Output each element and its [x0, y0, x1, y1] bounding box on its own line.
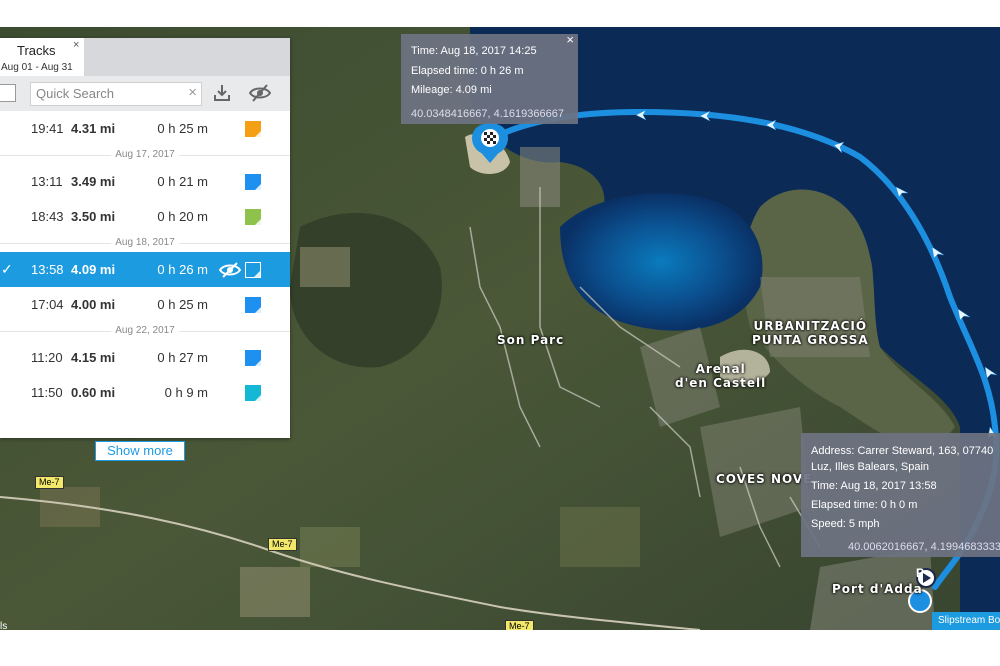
track-time: 13:58 — [31, 262, 64, 277]
track-time: 11:50 — [31, 385, 63, 400]
tab-title: Tracks — [17, 43, 56, 58]
date-separator-label: Aug 22, 2017 — [111, 325, 179, 336]
track-row[interactable]: 11:20 4.15 mi 0 h 27 m — [0, 340, 290, 375]
track-miles: 4.31 mi — [71, 121, 115, 136]
track-duration: 0 h 26 m — [157, 262, 208, 277]
map-attribution: ls — [0, 621, 7, 630]
search-input[interactable] — [36, 86, 176, 101]
track-duration: 0 h 20 m — [157, 209, 208, 224]
checkmark-icon[interactable]: ✓ — [1, 261, 13, 278]
tooltip-elapsed: Elapsed time: 0 h 26 m — [411, 65, 524, 77]
tooltip-address-line1: Address: Carrer Steward, 163, 07740 — [811, 445, 993, 457]
label-coves: COVES NOVE — [716, 472, 812, 486]
track-row[interactable]: 11:50 0.60 mi 0 h 9 m — [0, 375, 290, 410]
track-miles: 3.49 mi — [71, 174, 115, 189]
track-color-swatch[interactable] — [245, 174, 261, 190]
search-box: × — [30, 82, 202, 106]
panel-toolbar: × — [0, 76, 290, 111]
track-miles: 4.15 mi — [71, 350, 115, 365]
track-row[interactable]: 19:41 4.31 mi 0 h 25 m — [0, 111, 290, 146]
date-separator: Aug 18, 2017 — [0, 234, 290, 252]
track-color-swatch[interactable] — [245, 209, 261, 225]
track-color-swatch[interactable] — [245, 297, 261, 313]
track-color-swatch[interactable] — [245, 385, 261, 401]
track-duration: 0 h 25 m — [157, 297, 208, 312]
select-all-checkbox[interactable] — [0, 84, 16, 102]
track-color-swatch[interactable] — [245, 350, 261, 366]
track-time: 18:43 — [31, 209, 64, 224]
track-color-swatch[interactable] — [245, 262, 261, 278]
tooltip-address-line2: Luz, Illes Balears, Spain — [811, 461, 929, 473]
close-icon[interactable]: × — [566, 32, 574, 47]
track-row[interactable]: 17:04 4.00 mi 0 h 25 m — [0, 287, 290, 322]
tooltip-coords: 40.0348416667, 4.1619366667 — [411, 108, 564, 120]
tooltip-coords: 40.0062016667, 4.1994683333 — [848, 541, 1000, 553]
show-more-button[interactable]: Show more — [95, 441, 185, 461]
eye-off-icon[interactable] — [249, 84, 271, 102]
tab-date-range: Aug 01 - Aug 31 — [1, 62, 73, 73]
tab-close-icon[interactable]: × — [73, 39, 79, 51]
label-urb-line1: URBANITZACIÓ — [752, 319, 869, 333]
road-label-me7: Me-7 — [505, 620, 534, 630]
date-separator: Aug 22, 2017 — [0, 322, 290, 340]
label-arenal: Arenal d'en Castell — [675, 362, 766, 390]
track-time: 19:41 — [31, 121, 64, 136]
label-arenal-line1: Arenal — [675, 362, 766, 376]
road-label-me7: Me-7 — [35, 476, 64, 489]
download-icon[interactable] — [213, 84, 231, 102]
start-tooltip: Address: Carrer Steward, 163, 07740 Luz,… — [801, 433, 1000, 557]
label-son-parc: Son Parc — [497, 333, 564, 347]
tooltip-elapsed: Elapsed time: 0 h 0 m — [811, 499, 917, 511]
date-separator: Aug 17, 2017 — [0, 146, 290, 164]
track-color-swatch[interactable] — [245, 121, 261, 137]
track-row[interactable]: 18:43 3.50 mi 0 h 20 m — [0, 199, 290, 234]
tooltip-speed: Speed: 5 mph — [811, 518, 880, 530]
label-port: Port d'Adda — [832, 582, 923, 596]
map-viewport[interactable]: Son Parc URBANITZACIÓ PUNTA GROSSA Arena… — [0, 27, 1000, 630]
track-miles: 3.50 mi — [71, 209, 115, 224]
track-duration: 0 h 27 m — [157, 350, 208, 365]
parking-marker-label[interactable]: P — [913, 566, 927, 580]
track-duration: 0 h 9 m — [165, 385, 208, 400]
track-miles: 4.09 mi — [71, 262, 115, 277]
label-urbanitzacio: URBANITZACIÓ PUNTA GROSSA — [752, 319, 869, 347]
date-separator-label: Aug 17, 2017 — [111, 149, 179, 160]
track-list: 19:41 4.31 mi 0 h 25 m Aug 17, 2017 13:1… — [0, 111, 290, 410]
track-time: 13:11 — [31, 174, 63, 189]
panel-header: Tracks Aug 01 - Aug 31 × — [0, 38, 290, 76]
label-urb-line2: PUNTA GROSSA — [752, 333, 869, 347]
tooltip-time: Time: Aug 18, 2017 13:58 — [811, 480, 937, 492]
finish-tooltip: Time: Aug 18, 2017 14:25 Elapsed time: 0… — [401, 34, 578, 124]
track-time: 11:20 — [31, 350, 63, 365]
track-miles: 0.60 mi — [71, 385, 115, 400]
label-arenal-line2: d'en Castell — [675, 376, 766, 390]
road-label-me7: Me-7 — [268, 538, 297, 551]
clear-search-icon[interactable]: × — [188, 84, 197, 101]
date-separator-label: Aug 18, 2017 — [111, 237, 179, 248]
track-duration: 0 h 25 m — [157, 121, 208, 136]
tooltip-time: Time: Aug 18, 2017 14:25 — [411, 45, 537, 57]
track-row-selected[interactable]: ✓ 13:58 4.09 mi 0 h 26 m — [0, 252, 290, 287]
track-duration: 0 h 21 m — [157, 174, 208, 189]
tooltip-mileage: Mileage: 4.09 mi — [411, 84, 492, 96]
tracks-panel: Tracks Aug 01 - Aug 31 × × 19:4 — [0, 38, 290, 438]
tab-tracks[interactable]: Tracks Aug 01 - Aug 31 × — [0, 38, 84, 76]
track-time: 17:04 — [31, 297, 64, 312]
slipstream-label[interactable]: Slipstream Bo — [932, 612, 1000, 630]
track-row[interactable]: 13:11 3.49 mi 0 h 21 m — [0, 164, 290, 199]
eye-off-icon[interactable] — [219, 262, 241, 278]
track-miles: 4.00 mi — [71, 297, 115, 312]
